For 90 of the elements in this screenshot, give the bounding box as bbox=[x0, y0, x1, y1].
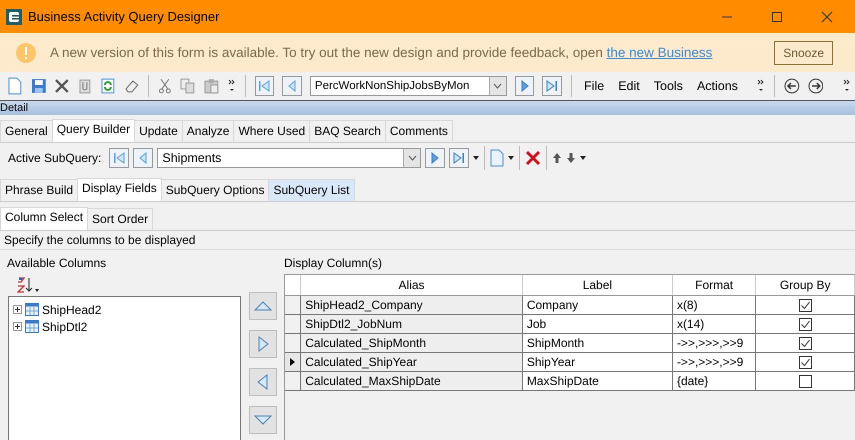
eraser-icon[interactable] bbox=[124, 78, 140, 94]
subquery-dropdown[interactable]: Shipments bbox=[157, 148, 422, 168]
menu-item[interactable]: File bbox=[581, 79, 608, 93]
current-row-icon bbox=[290, 358, 296, 366]
checkbox[interactable] bbox=[798, 375, 812, 388]
tab[interactable]: Query Builder bbox=[52, 119, 136, 142]
chevron-down-icon bbox=[408, 155, 417, 161]
panel-title: Display Column(s) bbox=[284, 255, 384, 272]
expand-icon[interactable] bbox=[13, 322, 22, 331]
move-down-icon[interactable] bbox=[566, 152, 576, 164]
panel-title: Available Columns bbox=[7, 255, 108, 272]
checkbox[interactable] bbox=[798, 299, 812, 312]
maximize-icon[interactable] bbox=[771, 10, 783, 22]
previous-subquery-button[interactable] bbox=[133, 148, 154, 168]
move-down-button[interactable] bbox=[248, 406, 276, 434]
triangle-right-icon bbox=[452, 150, 466, 166]
table-cell: Calculated_ShipMonth bbox=[300, 334, 522, 352]
triangle-right-icon bbox=[545, 78, 560, 94]
tab[interactable]: Comments bbox=[384, 120, 453, 142]
table-cell: ->>,>>>,>>9 bbox=[672, 352, 756, 372]
instruction-text: Specify the columns to be displayed bbox=[4, 233, 196, 247]
window-title: Business Activity Query Designer bbox=[28, 9, 220, 24]
triangle-left-icon bbox=[112, 150, 126, 166]
column-header[interactable]: Alias bbox=[300, 275, 522, 296]
menu-item[interactable]: Actions bbox=[694, 79, 741, 93]
table-cell: x(14) bbox=[672, 314, 756, 334]
menu-item[interactable]: Edit bbox=[615, 79, 643, 93]
previous-record-button[interactable] bbox=[282, 76, 302, 96]
column-header[interactable]: Format bbox=[672, 275, 756, 296]
table-cell: {date} bbox=[672, 372, 756, 390]
table-cell: Job bbox=[522, 314, 672, 334]
move-up-button[interactable] bbox=[248, 292, 276, 320]
tab[interactable]: Phrase Build bbox=[0, 179, 78, 201]
table-cell: Calculated_MaxShipDate bbox=[300, 372, 522, 390]
save-icon[interactable] bbox=[30, 78, 46, 94]
section-header: Detail bbox=[0, 102, 28, 114]
move-left-button[interactable] bbox=[248, 368, 276, 396]
table-cell: ShipYear bbox=[522, 352, 672, 372]
move-right-button[interactable] bbox=[248, 330, 276, 358]
tab[interactable]: SubQuery List bbox=[268, 179, 355, 201]
checkbox[interactable] bbox=[798, 356, 812, 370]
chevron-down-icon bbox=[493, 83, 502, 89]
table-cell: ShipDtl2_JobNum bbox=[300, 314, 522, 334]
forward-icon[interactable] bbox=[808, 78, 824, 94]
expand-icon[interactable] bbox=[13, 305, 22, 314]
table-cell: Calculated_ShipYear bbox=[300, 352, 522, 372]
cut-icon[interactable] bbox=[158, 78, 172, 94]
active-subquery-label: Active SubQuery: bbox=[8, 151, 102, 165]
table-icon bbox=[25, 320, 39, 333]
refresh-icon[interactable] bbox=[100, 78, 116, 94]
snooze-button[interactable]: Snooze bbox=[774, 40, 833, 64]
move-up-icon[interactable] bbox=[552, 152, 562, 164]
delete-icon[interactable] bbox=[525, 150, 542, 166]
first-subquery-button[interactable] bbox=[109, 148, 130, 168]
last-record-button[interactable] bbox=[542, 76, 562, 96]
triangle-left-icon bbox=[257, 78, 272, 94]
dropdown-arrow-icon[interactable] bbox=[473, 156, 480, 160]
column-header[interactable]: Label bbox=[522, 275, 672, 296]
close-icon[interactable] bbox=[821, 10, 833, 22]
table-cell: Company bbox=[522, 296, 672, 314]
next-subquery-button[interactable] bbox=[425, 148, 446, 168]
tree-node[interactable]: ShipDtl2 bbox=[13, 318, 240, 335]
tab[interactable]: Sort Order bbox=[87, 208, 154, 230]
table-icon bbox=[25, 303, 39, 316]
tab[interactable]: Column Select bbox=[0, 207, 88, 230]
update-message: A new version of this form is available. To try out the new design and provide feedback, open the new Business bbox=[50, 45, 712, 60]
table-cell: ->>,>>>,>>9 bbox=[672, 334, 756, 352]
menu-item[interactable]: Tools bbox=[650, 79, 686, 93]
last-subquery-button[interactable] bbox=[449, 148, 470, 168]
next-record-button[interactable] bbox=[514, 76, 534, 96]
table-cell: ShipMonth bbox=[522, 334, 672, 352]
back-icon[interactable] bbox=[784, 78, 800, 94]
tree-node[interactable]: ShipHead2 bbox=[13, 301, 240, 318]
tab[interactable]: Display Fields bbox=[77, 178, 162, 201]
tab[interactable]: General bbox=[0, 120, 53, 142]
sort-icon[interactable] bbox=[17, 277, 39, 293]
delete-icon[interactable] bbox=[54, 78, 70, 94]
warning-icon bbox=[16, 42, 36, 62]
query-dropdown[interactable]: PercWorkNonShipJobsByMon bbox=[310, 76, 507, 96]
table-cell: ShipHead2_Company bbox=[300, 296, 522, 314]
table-cell: MaxShipDate bbox=[522, 372, 672, 390]
column-header[interactable]: Group By bbox=[756, 275, 854, 296]
checkbox[interactable] bbox=[798, 318, 812, 332]
first-record-button[interactable] bbox=[254, 76, 274, 96]
checkbox[interactable] bbox=[798, 337, 812, 350]
app-logo-icon bbox=[6, 8, 22, 24]
table-cell: x(8) bbox=[672, 296, 756, 314]
dropdown-arrow-icon[interactable] bbox=[508, 156, 514, 160]
new-document-icon[interactable] bbox=[7, 77, 23, 95]
dropdown-arrow-icon[interactable] bbox=[580, 156, 586, 160]
